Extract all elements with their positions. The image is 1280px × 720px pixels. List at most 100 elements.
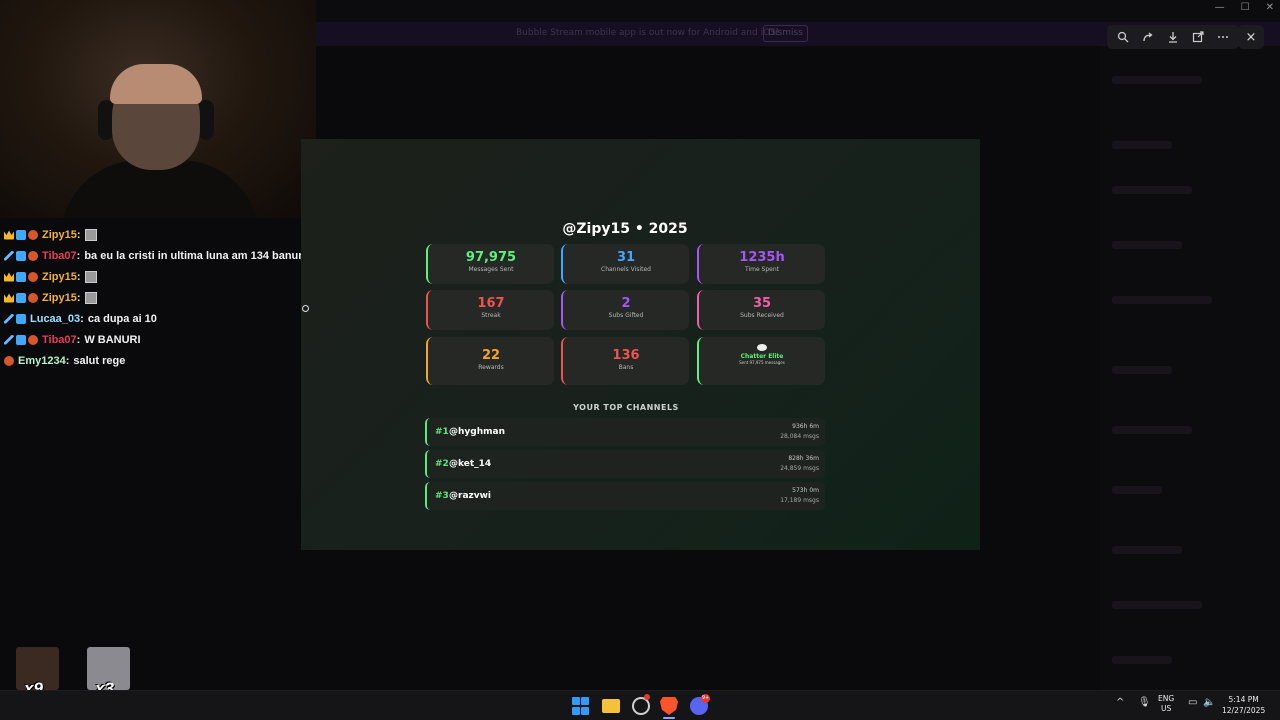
chat-colon: :	[76, 333, 81, 346]
grid-badge-icon	[16, 271, 26, 282]
top-channel-row[interactable]: #3 @razvwi 573h 0m 17,189 msgs	[425, 482, 825, 510]
clock[interactable]: 5:14 PM 12/27/2025	[1222, 694, 1265, 716]
bg-banner-text: Bubble Stream mobile app is out now for …	[516, 28, 780, 38]
chat-colon: :	[65, 354, 70, 367]
headphone-right	[198, 100, 214, 140]
open-external-icon[interactable]	[1189, 28, 1207, 46]
chat-username[interactable]: Tiba07	[42, 250, 77, 262]
microphone-icon[interactable]: 🎙	[1138, 697, 1151, 708]
top-channels-heading: YOUR TOP CHANNELS	[573, 403, 679, 412]
chat-username[interactable]: Emy1234	[18, 355, 66, 367]
stat-label: Time Spent	[744, 266, 780, 273]
chat-username[interactable]: Zipy15	[42, 271, 77, 283]
stat-card: 22 Rewards	[426, 337, 554, 385]
chat-username[interactable]: Tiba07	[42, 334, 77, 346]
top-channel-row[interactable]: #1 @hyghman 936h 6m 28,084 msgs	[425, 418, 825, 446]
stat-value: 22	[481, 348, 501, 363]
chat-message: W BANURI	[84, 333, 141, 346]
bg-titlebar	[316, 0, 1280, 22]
channel-rank: #3	[435, 491, 449, 501]
channel-name: @hyghman	[449, 427, 505, 437]
bg-sidebar	[1100, 46, 1280, 690]
chat-username[interactable]: Lucaa_03	[30, 313, 80, 325]
stat-label: Rewards	[478, 364, 504, 371]
stat-label: Bans	[618, 364, 634, 371]
channel-msgs: 17,189 msgs	[780, 497, 819, 504]
more-icon[interactable]	[1214, 28, 1232, 46]
clock-date: 12/27/2025	[1222, 706, 1266, 715]
stat-card: 31 Channels Visited	[561, 244, 689, 284]
chat-username[interactable]: Zipy15	[42, 292, 77, 304]
channel-name: @razvwi	[449, 491, 492, 501]
emote-combo: x3	[87, 647, 130, 698]
stat-value: 1235h	[739, 250, 785, 265]
grid-badge-icon	[16, 250, 26, 261]
stat-card: 2 Subs Gifted	[561, 290, 689, 330]
wrapped-title: @Zipy15 • 2025	[562, 221, 688, 237]
orb-badge-icon	[28, 292, 38, 303]
stat-card: 167 Streak	[426, 290, 554, 330]
close-window-icon[interactable]: ✕	[1266, 2, 1274, 13]
chat-line: Emy1234: salut rege	[0, 350, 340, 371]
windows-start-icon[interactable]	[572, 697, 590, 715]
close-icon: ×	[1245, 29, 1257, 45]
stat-label: Subs Gifted	[608, 312, 644, 319]
top-channel-row[interactable]: #2 @ket_14 828h 36m 24,859 msgs	[425, 450, 825, 478]
chat-overlay: Zipy15: Tiba07: ba eu la cristi in ultima …	[0, 224, 340, 371]
sword-badge-icon	[4, 250, 14, 261]
chat-colon: :	[80, 312, 84, 325]
taskbar: 9+	[0, 690, 1280, 720]
language-region: US	[1160, 704, 1172, 713]
orb-badge-icon	[28, 334, 38, 345]
tray-overflow-chevron-icon[interactable]: ^	[1116, 697, 1124, 708]
stat-label: Streak	[481, 312, 501, 319]
stat-card: 1235h Time Spent	[697, 244, 825, 284]
stat-card: 35 Subs Received	[697, 290, 825, 330]
grid-badge-icon	[16, 292, 26, 303]
language-indicator[interactable]: ENG US	[1158, 694, 1174, 714]
stat-value: 2	[621, 296, 631, 311]
crown-badge-icon	[4, 272, 14, 282]
chat-emote-icon	[84, 291, 97, 304]
bg-banner-dismiss-button[interactable]: Dismiss	[763, 25, 808, 42]
channel-name: @ket_14	[449, 459, 492, 469]
chat-colon: :	[76, 291, 81, 304]
channel-time: 828h 36m	[788, 455, 819, 462]
stat-value: 35	[752, 296, 772, 311]
viewer-close-button[interactable]: ×	[1238, 25, 1264, 49]
mouse-cursor	[302, 305, 309, 312]
language-code: ENG	[1158, 694, 1175, 703]
chat-line: Zipy15:	[0, 287, 340, 308]
crown-badge-icon	[4, 293, 14, 303]
brave-browser-icon[interactable]	[660, 697, 678, 715]
chat-line: Zipy15:	[0, 266, 340, 287]
minimize-icon[interactable]: —	[1215, 2, 1225, 13]
download-icon[interactable]	[1164, 28, 1182, 46]
stat-label: Subs Received	[740, 312, 784, 319]
channel-time: 573h 0m	[792, 487, 819, 494]
emote-combo: x9	[16, 647, 59, 698]
emote-combos: x9 x3	[16, 647, 130, 698]
browser-badge	[644, 694, 650, 700]
stat-value: 31	[616, 250, 636, 265]
maximize-icon[interactable]: ☐	[1241, 2, 1250, 13]
image-viewer-toolbar	[1107, 25, 1239, 49]
webcam-overlay	[0, 0, 316, 218]
sword-badge-icon	[4, 313, 14, 324]
orb-badge-icon	[4, 355, 14, 366]
chat-colon: :	[76, 270, 81, 283]
channel-rank: #2	[435, 459, 449, 469]
elite-subtitle: Sent 97,975 messages	[739, 360, 785, 365]
sword-badge-icon	[4, 334, 14, 345]
share-icon[interactable]	[1139, 28, 1157, 46]
speech-bubble-icon	[757, 344, 767, 351]
webcam-person-cap	[110, 64, 202, 104]
file-explorer-icon[interactable]	[602, 699, 620, 713]
channel-msgs: 24,859 msgs	[780, 465, 819, 472]
network-icon[interactable]: ▭	[1188, 697, 1197, 708]
orb-badge-icon	[28, 250, 38, 261]
zoom-icon[interactable]	[1114, 28, 1132, 46]
volume-icon[interactable]: 🔈	[1203, 697, 1215, 708]
orb-badge-icon	[28, 271, 38, 282]
chat-emote-icon	[84, 270, 97, 283]
